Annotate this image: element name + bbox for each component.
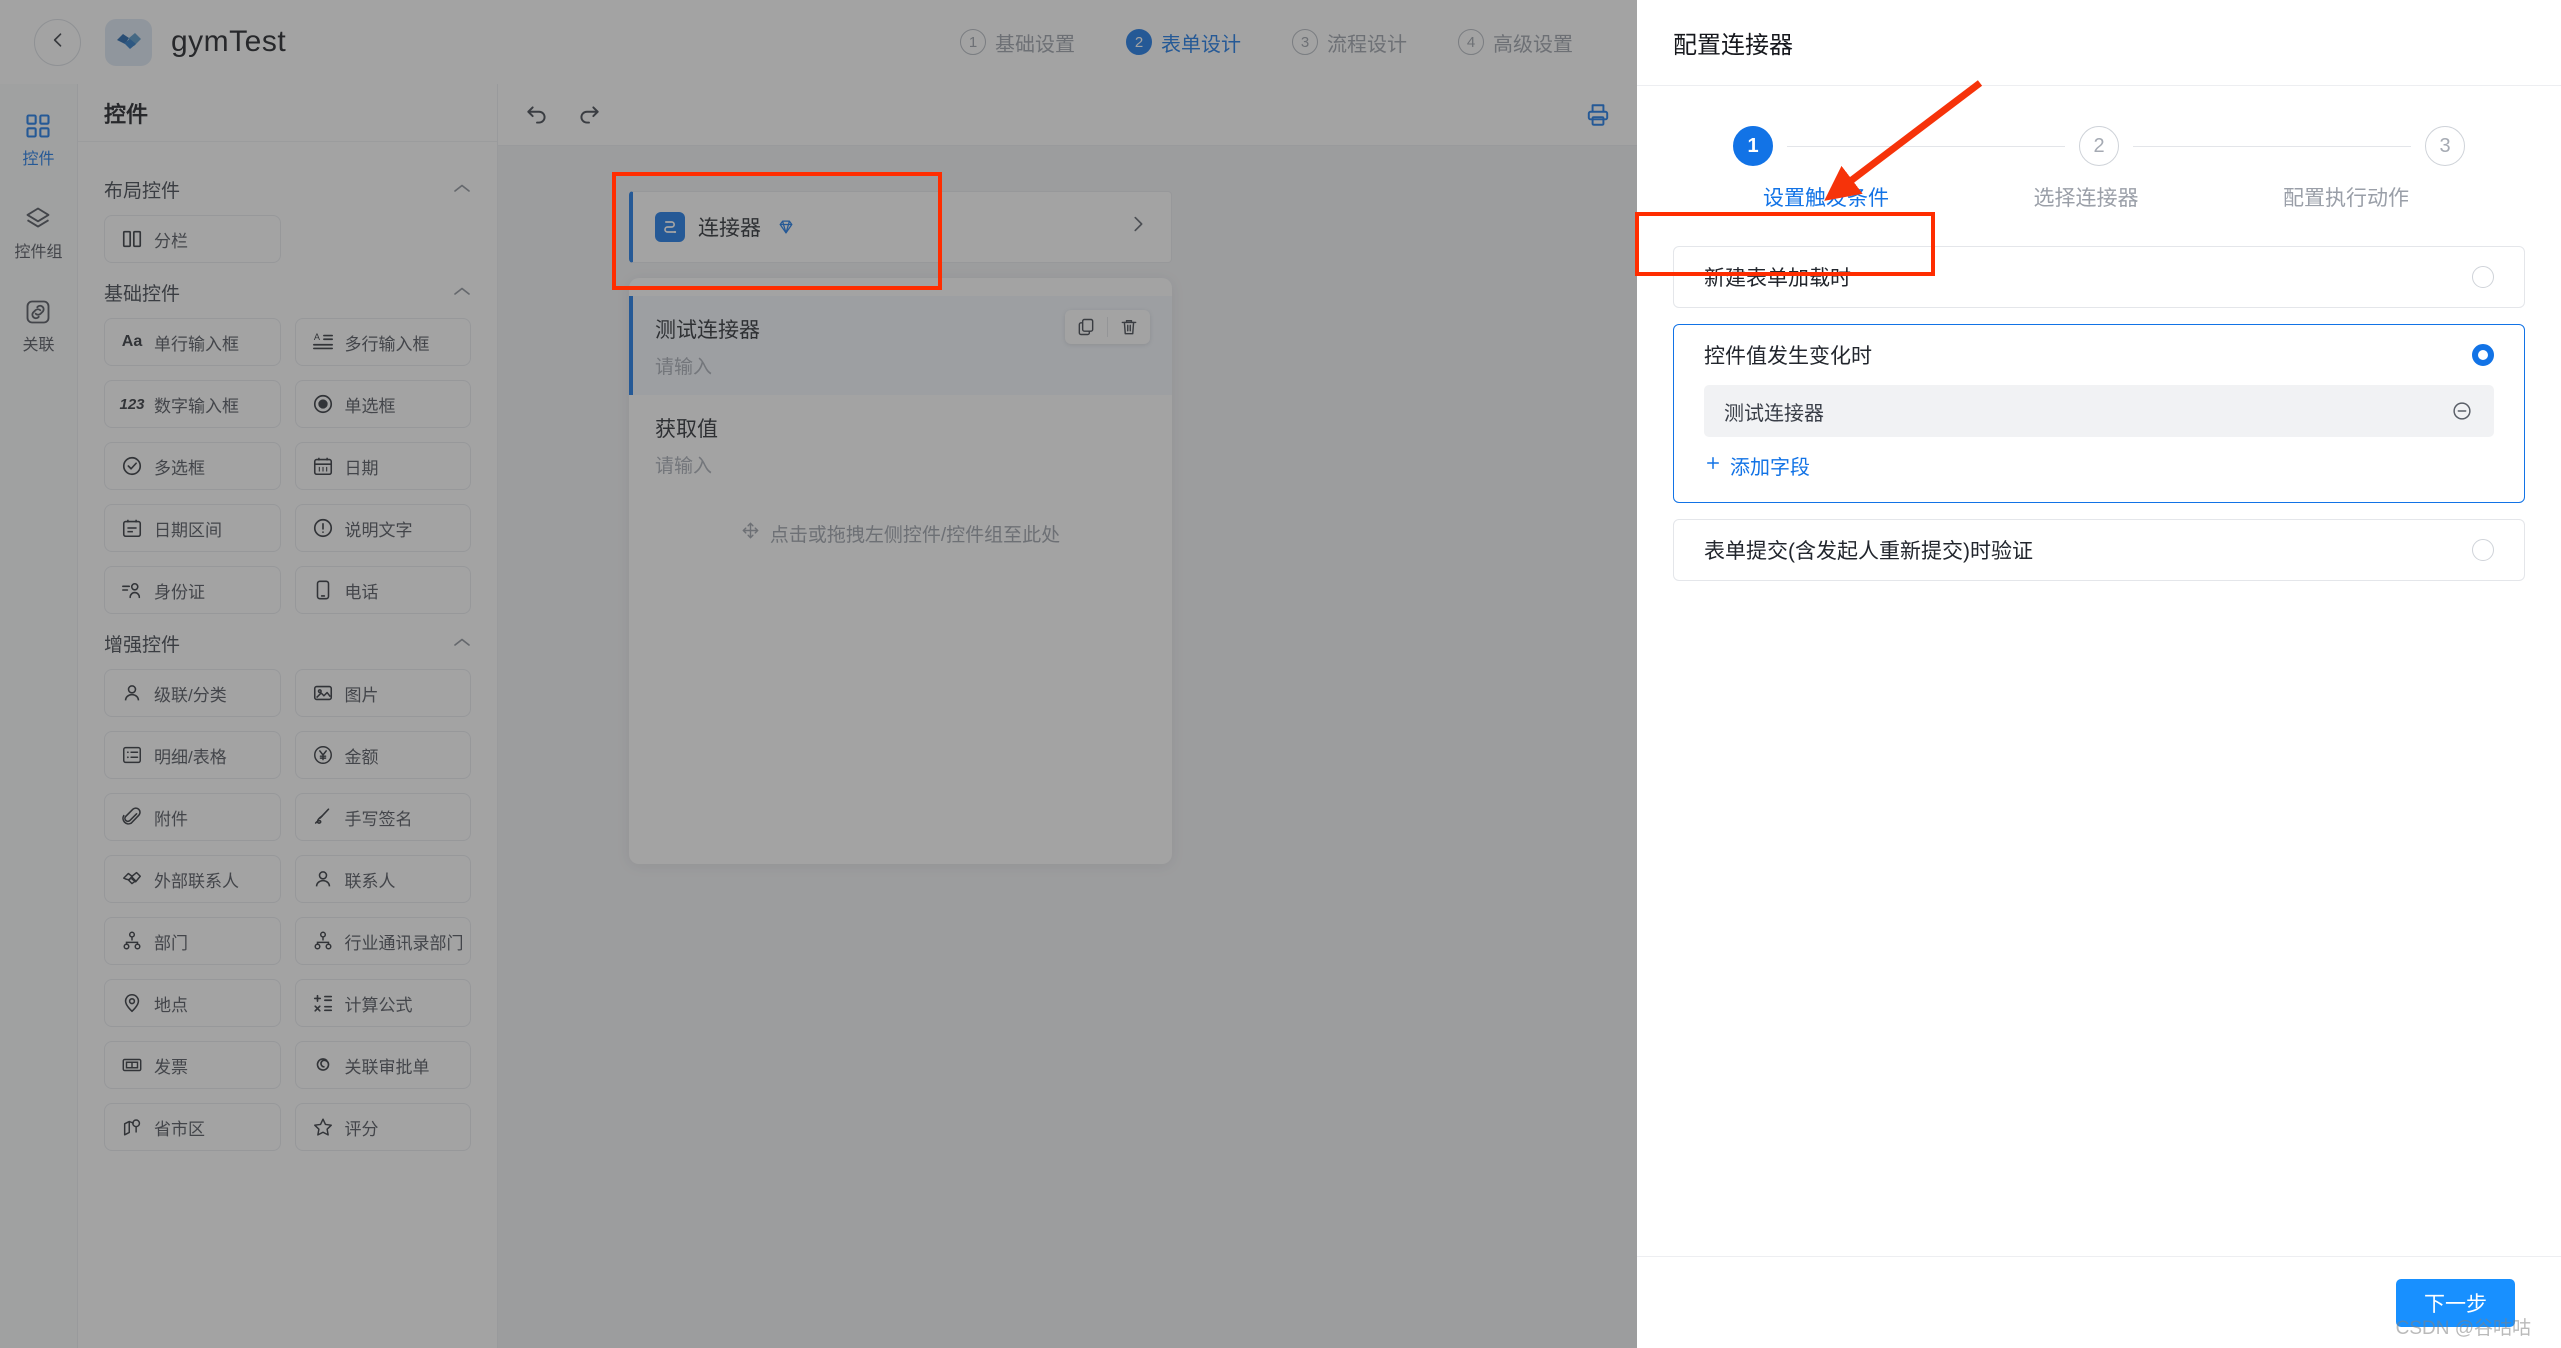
- trigger-option-form-load[interactable]: 新建表单加载时: [1673, 246, 2525, 308]
- trigger-option-form-submit[interactable]: 表单提交(含发起人重新提交)时验证: [1673, 519, 2525, 581]
- stepper-circle-2[interactable]: 2: [2079, 126, 2119, 166]
- stepper-line-1: [1787, 145, 2065, 147]
- stepper-line-2: [2133, 145, 2411, 147]
- trigger-option-value-change[interactable]: 控件值发生变化时 测试连接器 添加字段: [1673, 324, 2525, 503]
- drawer-stepper: 1 2 3 设置触发条件 选择连接器 配置执行动作: [1637, 86, 2561, 238]
- trigger-option-form-submit-label: 表单提交(含发起人重新提交)时验证: [1704, 540, 2033, 563]
- add-field-button[interactable]: 添加字段: [1704, 451, 2494, 480]
- stepper-circle-3[interactable]: 3: [2425, 126, 2465, 166]
- watermark: CSDN @谷咕咕: [2395, 1318, 2531, 1339]
- minus-circle-icon[interactable]: [2450, 399, 2474, 423]
- modal-dim-overlay[interactable]: [0, 0, 1637, 1348]
- form-designer-base: gymTest 1 基础设置 2 表单设计 3 流程设计 4 高级设置 控件 控…: [0, 0, 1637, 1348]
- selected-field-chip-label: 测试连接器: [1724, 402, 1824, 425]
- drawer-header: 配置连接器: [1637, 0, 2561, 86]
- trigger-option-value-change-body: 测试连接器 添加字段: [1674, 385, 2524, 502]
- stepper-circle-1[interactable]: 1: [1733, 126, 1773, 166]
- trigger-option-value-change-head: 控件值发生变化时: [1674, 325, 2524, 385]
- selected-field-chip: 测试连接器: [1704, 385, 2494, 437]
- connector-config-drawer: 配置连接器 1 2 3 设置触发条件 选择连接器 配置执行动作 新建表单加载时: [1635, 0, 2561, 1348]
- trigger-option-value-change-radio[interactable]: [2472, 344, 2494, 366]
- drawer-title: 配置连接器: [1673, 32, 1793, 59]
- add-field-button-label: 添加字段: [1730, 457, 1810, 479]
- app-root: gymTest 1 基础设置 2 表单设计 3 流程设计 4 高级设置 控件 控…: [0, 0, 2561, 1348]
- trigger-option-form-load-label: 新建表单加载时: [1704, 267, 1851, 290]
- stepper-label-3: 配置执行动作: [2283, 187, 2409, 210]
- stepper-label-2: 选择连接器: [2033, 187, 2139, 210]
- trigger-option-value-change-label: 控件值发生变化时: [1704, 345, 1872, 368]
- stepper-label-1: 设置触发条件: [1763, 187, 1889, 210]
- drawer-body: 新建表单加载时 控件值发生变化时 测试连接器 添加字段 表单提交(含发起人重新提…: [1637, 238, 2561, 1256]
- trigger-option-form-submit-radio[interactable]: [2472, 539, 2494, 561]
- plus-icon: [1704, 454, 1722, 478]
- stepper-nodes: 1 2 3: [1733, 126, 2465, 166]
- trigger-option-form-load-radio[interactable]: [2472, 266, 2494, 288]
- stepper-labels: 设置触发条件 选择连接器 配置执行动作: [1733, 166, 2465, 212]
